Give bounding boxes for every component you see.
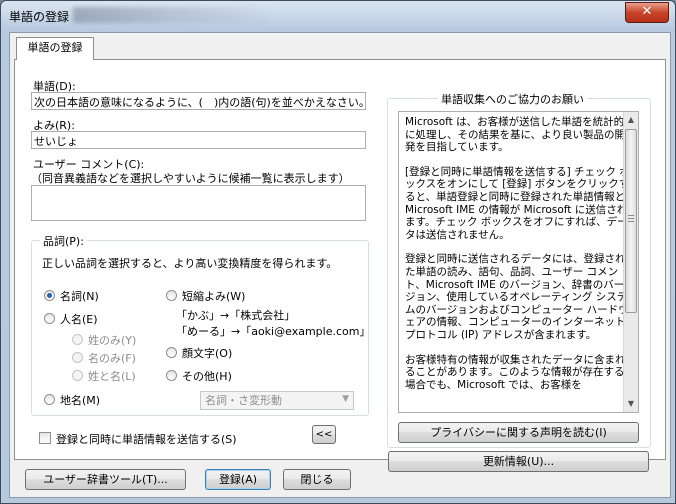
tab-panel: 単語(D): 次の日本語の意味になるように、( )内の語(句)を並べかえなさい。… (14, 59, 666, 472)
chevron-down-icon: ▼ (342, 394, 349, 404)
abbrev-example-1: 「かぶ」→「株式会社」 (176, 309, 296, 322)
user-dictionary-tool-button[interactable]: ユーザー辞書ツール(T)... (25, 469, 186, 490)
info-paragraph: お客様特有の情報が収集されたデータに含まれることがあります。このような情報が存在… (405, 353, 626, 391)
scroll-down-icon[interactable]: ▼ (625, 397, 637, 411)
title-bar[interactable]: 単語の登録 ✕ (1, 1, 675, 29)
collapse-panel-button[interactable]: << (312, 425, 336, 444)
info-text-box[interactable]: Microsoft は、お客様が送信した単語を統計的に処理し、その結果を基に、よ… (398, 111, 639, 413)
pos-noun-label[interactable]: 名詞(N) (60, 288, 99, 304)
info-paragraph: [登録と同時に単語情報を送信する] チェック ボックスをオンにして [登録] ボ… (405, 165, 630, 241)
pos-description: 正しい品詞を選択すると、より高い変換精度を得られます。 (42, 257, 338, 270)
pos-full-name-radio[interactable] (72, 370, 83, 381)
pos-place-radio[interactable] (44, 394, 55, 405)
blurred-title-region (73, 7, 273, 23)
window-title: 単語の登録 (9, 10, 70, 24)
abbrev-example-2: 「めーる」→「aoki@example.com」 (176, 325, 371, 338)
dialog-client-area: 単語の登録 単語(D): 次の日本語の意味になるように、( )内の語(句)を並べ… (9, 32, 671, 498)
pos-person-radio[interactable] (44, 313, 55, 324)
pos-given-only-radio[interactable] (72, 352, 83, 363)
pos-other-label[interactable]: その他(H) (182, 368, 232, 384)
pos-surname-only-label[interactable]: 姓のみ(Y) (88, 332, 136, 348)
update-info-button[interactable]: 更新情報(U)... (388, 451, 649, 472)
tab-register-word[interactable]: 単語の登録 (16, 37, 94, 60)
send-word-info-checkbox[interactable] (39, 432, 51, 444)
pos-full-name-label[interactable]: 姓と名(L) (88, 368, 136, 384)
user-comment-input[interactable] (31, 185, 366, 221)
pos-other-radio[interactable] (166, 370, 177, 381)
reading-input[interactable]: せいじょ (31, 131, 366, 149)
register-word-dialog: 単語の登録 ✕ 単語の登録 単語(D): 次の日本語の意味になるように、( )内… (0, 0, 676, 504)
pos-emoticon-label[interactable]: 顔文字(O) (182, 345, 232, 361)
close-window-button[interactable]: ✕ (625, 2, 669, 23)
close-button[interactable]: 閉じる (283, 469, 351, 490)
word-input[interactable]: 次の日本語の意味になるように、( )内の語(句)を並べかえなさい。但 (31, 92, 366, 110)
pos-place-label[interactable]: 地名(M) (60, 392, 100, 408)
grip-icon (628, 215, 634, 223)
pos-surname-only-radio[interactable] (72, 334, 83, 345)
pos-group-label: 品詞(P): (40, 233, 87, 249)
pos-noun-radio[interactable] (44, 290, 55, 301)
pos-groupbox: 品詞(P): 正しい品詞を選択すると、より高い変換精度を得られます。 名詞(N)… (31, 233, 371, 416)
other-pos-select-value: 名詞・さ変形動 (205, 394, 282, 407)
pos-abbrev-label[interactable]: 短縮よみ(W) (182, 288, 245, 304)
pos-person-label[interactable]: 人名(E) (60, 311, 98, 327)
send-word-info-label[interactable]: 登録と同時に単語情報を送信する(S) (56, 431, 237, 447)
register-button[interactable]: 登録(A) (205, 469, 271, 490)
info-text: Microsoft は、お客様が送信した単語を統計的に処理し、その結果を基に、よ… (405, 116, 630, 403)
pos-abbrev-radio[interactable] (166, 290, 177, 301)
scrollbar-thumb[interactable] (625, 129, 637, 313)
scroll-up-icon[interactable]: ▲ (625, 113, 637, 127)
info-paragraph: 登録と同時に送信されるデータには、登録された単語の読み、語句、品詞、ユーザー コ… (405, 253, 629, 341)
pos-given-only-label[interactable]: 名のみ(F) (88, 350, 136, 366)
info-groupbox: 単語収集へのご協力のお願い Microsoft は、お客様が送信した単語を統計的… (387, 91, 651, 448)
user-comment-hint: （同音異義語などを選択しやすいように候補一覧に表示します） (31, 172, 350, 185)
info-paragraph: Microsoft は、お客様が送信した単語を統計的に処理し、その結果を基に、よ… (405, 116, 625, 154)
pos-emoticon-radio[interactable] (166, 347, 177, 358)
privacy-statement-button[interactable]: プライバシーに関する声明を読む(I) (398, 422, 639, 443)
info-panel-title: 単語収集へのご協力のお願い (438, 91, 587, 107)
other-pos-select[interactable]: 名詞・さ変形動 ▼ (200, 391, 354, 410)
info-scrollbar[interactable]: ▲ ▼ (623, 112, 638, 412)
